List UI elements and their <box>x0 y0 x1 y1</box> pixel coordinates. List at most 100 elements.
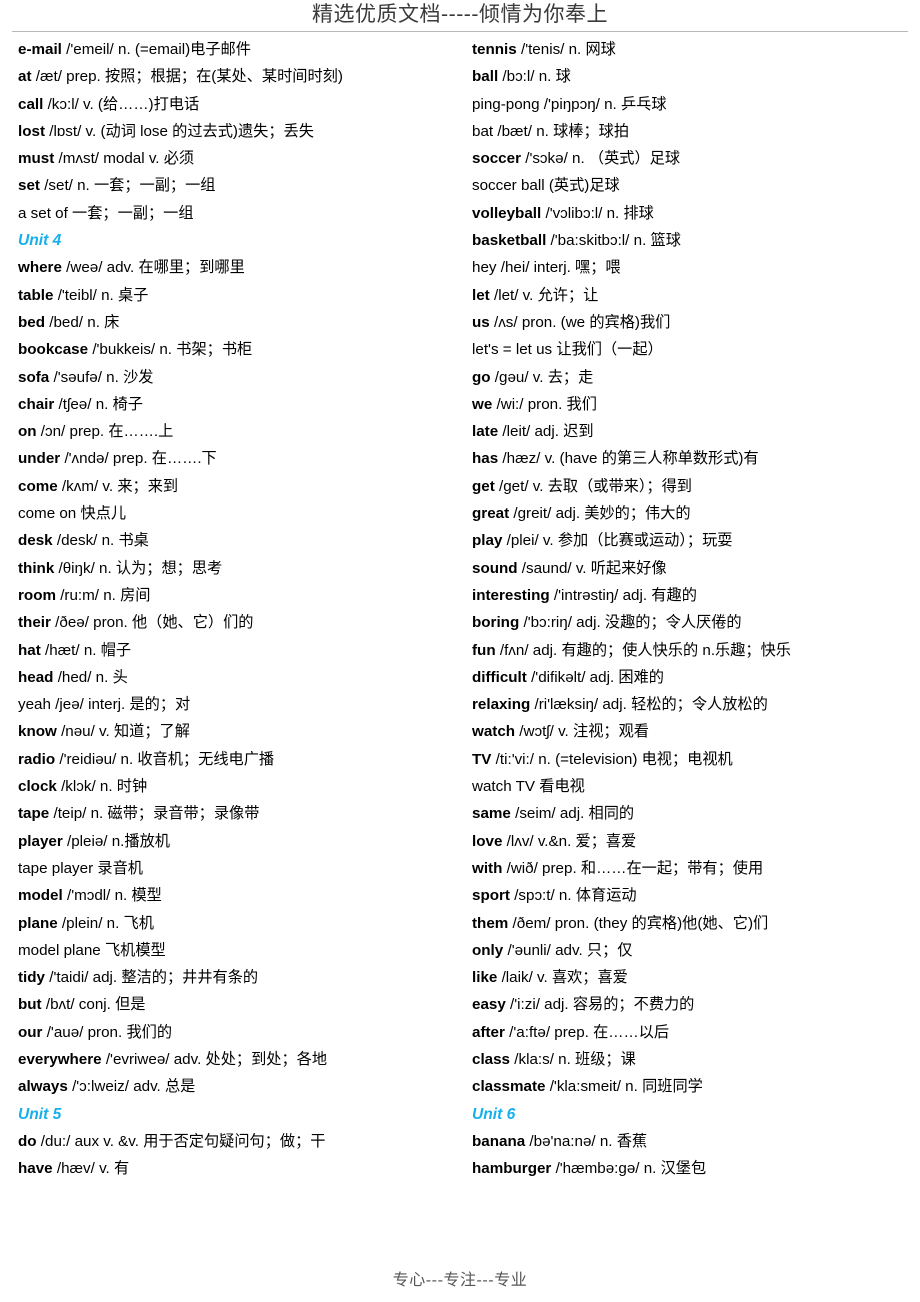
vocabulary-entry: sound /saund/ v. 听起来好像 <box>472 555 914 582</box>
vocabulary-entry: lost /lɒst/ v. (动词 lose 的过去式)遗失；丢失 <box>18 118 454 145</box>
entry-headword: model <box>18 887 63 905</box>
vocabulary-entry: interesting /'intrəstiŋ/ adj. 有趣的 <box>472 582 914 609</box>
entry-definition: /'emeil/ n. (=email)电子邮件 <box>66 41 251 58</box>
vocabulary-entry: easy /'i:zi/ adj. 容易的；不费力的 <box>472 991 914 1018</box>
entry-headword: must <box>18 150 55 168</box>
entry-definition: /ru:m/ n. 房间 <box>60 586 151 604</box>
vocabulary-entry: tidy /'taidi/ adj. 整洁的；井井有条的 <box>18 964 454 991</box>
entry-definition: 快点儿 <box>80 505 127 523</box>
entry-definition: /θiŋk/ n. 认为；想；思考 <box>58 559 223 577</box>
entry-headword: yeah <box>18 696 51 714</box>
entry-definition: /bɔ:l/ n. 球 <box>502 68 571 86</box>
entry-definition: /'teibl/ n. 桌子 <box>57 286 149 304</box>
entry-definition: /wið/ prep. 和……在一起；带有；使用 <box>506 859 764 877</box>
entry-definition: /mʌst/ modal v. 必须 <box>58 150 195 168</box>
entry-definition: /ti:'vi:/ n. (=television) 电视；电视机 <box>495 750 733 768</box>
vocabulary-entry: let's = let us 让我们（一起） <box>472 336 914 363</box>
entry-headword: model plane <box>18 941 101 959</box>
vocabulary-entry: know /nəu/ v. 知道；了解 <box>18 718 454 745</box>
vocabulary-entry: hat /hæt/ n. 帽子 <box>18 637 454 664</box>
entry-headword: basketball <box>472 232 547 250</box>
vocabulary-entry: play /plei/ v. 参加（比赛或运动）；玩耍 <box>472 527 914 554</box>
entry-definition: /ðem/ pron. (they 的宾格)他(她、它)们 <box>512 914 769 932</box>
entry-headword: relaxing <box>472 696 531 714</box>
entry-definition: /get/ v. 去取（或带来）；得到 <box>499 477 692 495</box>
entry-headword: difficult <box>472 668 527 686</box>
vocabulary-entry: let /let/ v. 允许；让 <box>472 282 914 309</box>
entry-definition: /kʌm/ v. 来；来到 <box>61 477 179 495</box>
vocabulary-entry: our /'auə/ pron. 我们的 <box>18 1019 454 1046</box>
entry-definition: /'taidi/ adj. 整洁的；井井有条的 <box>49 969 259 987</box>
entry-headword: watch TV <box>472 778 536 796</box>
vocabulary-entry: tape /teip/ n. 磁带；录音带；录像带 <box>18 800 454 827</box>
entry-headword: where <box>18 259 62 277</box>
entry-headword: clock <box>18 778 57 796</box>
entry-headword: bat <box>472 122 494 140</box>
entry-definition: /'ɔ:lweiz/ adv. 总是 <box>72 1078 196 1096</box>
entry-definition: /'reidiəu/ n. 收音机；无线电广播 <box>59 750 275 768</box>
vocabulary-entry: fun /fʌn/ adj. 有趣的；使人快乐的 n.乐趣；快乐 <box>472 637 914 664</box>
entry-definition: /wɔtʃ/ v. 注视；观看 <box>519 723 649 741</box>
entry-headword: after <box>472 1023 505 1041</box>
entry-headword: like <box>472 969 498 987</box>
entry-definition: /ɔn/ prep. 在…….上 <box>40 423 174 441</box>
entry-headword: at <box>18 68 32 86</box>
entry-definition: /wi:/ pron. 我们 <box>496 395 597 413</box>
vocabulary-column-left: e-mail /'emeil/ n. (=email)电子邮件 at /æt/ p… <box>0 36 460 1182</box>
vocabulary-entry: hey /hei/ interj. 嘿；喂 <box>472 254 914 281</box>
entry-definition: /'piŋpɔŋ/ n. 乒乓球 <box>543 95 667 113</box>
vocabulary-entry: bookcase /'bukkeis/ n. 书架；书柜 <box>18 336 454 363</box>
vocabulary-entry: volleyball /'vɔlibɔ:l/ n. 排球 <box>472 200 914 227</box>
entry-definition: /'bɔ:riŋ/ adj. 没趣的；令人厌倦的 <box>523 614 742 632</box>
entry-definition: /seim/ adj. 相同的 <box>515 805 635 823</box>
entry-headword: call <box>18 95 44 113</box>
entry-headword: sport <box>472 887 510 905</box>
vocabulary-entry: model /'mɔdl/ n. 模型 <box>18 882 454 909</box>
vocabulary-entry: hamburger /'hæmbə:gə/ n. 汉堡包 <box>472 1155 914 1182</box>
vocabulary-entry: come on 快点儿 <box>18 500 454 527</box>
entry-headword: tape <box>18 805 50 823</box>
entry-headword: interesting <box>472 586 550 604</box>
unit-heading: Unit 4 <box>18 232 62 250</box>
page-header-title: 精选优质文档-----倾情为你奉上 <box>312 2 608 26</box>
vocabulary-entry: go /gəu/ v. 去；走 <box>472 364 914 391</box>
entry-definition: /'ʌndə/ prep. 在…….下 <box>64 450 217 468</box>
entry-definition: /'i:zi/ adj. 容易的；不费力的 <box>510 996 695 1014</box>
entry-headword: but <box>18 996 42 1014</box>
vocabulary-entry: tape player 录音机 <box>18 855 454 882</box>
entry-definition: /'ba:skitbɔ:l/ n. 篮球 <box>550 232 681 250</box>
vocabulary-entry: relaxing /ri'læksiŋ/ adj. 轻松的；令人放松的 <box>472 691 914 718</box>
vocabulary-entry: head /hed/ n. 头 <box>18 664 454 691</box>
vocabulary-entry: call /kɔ:l/ v. (给……)打电话 <box>18 91 454 118</box>
entry-headword: tidy <box>18 969 46 987</box>
entry-definition: /plein/ n. 飞机 <box>61 914 154 932</box>
entry-headword: let <box>472 286 490 304</box>
entry-definition: /'a:ftə/ prep. 在……以后 <box>509 1023 670 1041</box>
entry-headword: e-mail <box>18 41 62 58</box>
vocabulary-entry: ball /bɔ:l/ n. 球 <box>472 63 914 90</box>
entry-headword: late <box>472 423 499 441</box>
entry-headword: radio <box>18 750 56 768</box>
entry-definition: /bæt/ n. 球棒；球拍 <box>497 122 630 140</box>
entry-definition: /kɔ:l/ v. (给……)打电话 <box>47 95 200 113</box>
entry-definition: /'hæmbə:gə/ n. 汉堡包 <box>555 1160 707 1178</box>
entry-headword: our <box>18 1023 43 1041</box>
vocabulary-entry: yeah /jeə/ interj. 是的；对 <box>18 691 454 718</box>
vocabulary-entry: get /get/ v. 去取（或带来）；得到 <box>472 473 914 500</box>
vocabulary-entry: model plane 飞机模型 <box>18 937 454 964</box>
entry-headword: banana <box>472 1132 526 1150</box>
entry-definition: /plei/ v. 参加（比赛或运动）；玩耍 <box>506 532 733 550</box>
vocabulary-entry: like /laik/ v. 喜欢；喜爱 <box>472 964 914 991</box>
entry-definition: 让我们（一起） <box>556 341 663 359</box>
entry-definition: /du:/ aux v. &v. 用于否定句疑问句；做；干 <box>40 1132 326 1150</box>
entry-definition: 飞机模型 <box>104 941 166 959</box>
entry-headword: we <box>472 395 493 413</box>
vocabulary-entry: table /'teibl/ n. 桌子 <box>18 282 454 309</box>
page-footer-watermark: 专心---专注---专业 <box>392 1270 528 1289</box>
entry-definition: /weə/ adv. 在哪里；到哪里 <box>66 259 245 277</box>
entry-headword: them <box>472 914 509 932</box>
entry-definition: /'mɔdl/ n. 模型 <box>66 887 162 905</box>
vocabulary-entry: e-mail /'emeil/ n. (=email)电子邮件 <box>18 36 454 63</box>
entry-definition: /laik/ v. 喜欢；喜爱 <box>501 969 628 987</box>
vocabulary-entry: watch TV 看电视 <box>472 773 914 800</box>
